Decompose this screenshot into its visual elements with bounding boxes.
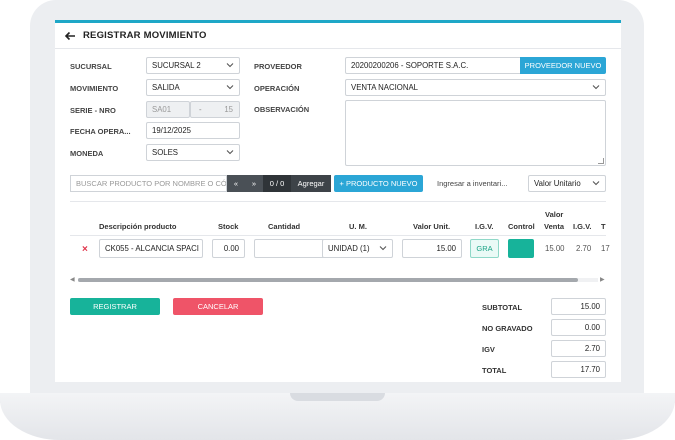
movimiento-label: MOVIMIENTO <box>70 84 119 93</box>
proveedor-nuevo-button[interactable]: PROVEEDOR NUEVO <box>520 57 606 74</box>
subtotal-label: SUBTOTAL <box>482 303 523 312</box>
chevron-down-icon <box>379 244 387 254</box>
row-descripcion-input[interactable]: CK055 - ALCANCIA SPACI <box>99 239 203 258</box>
serie-placeholder: SA01 <box>152 105 172 114</box>
page-header: REGISTRAR MOVIMIENTO <box>55 23 621 49</box>
agregar-button[interactable]: Agregar <box>291 175 331 192</box>
subtotal-field: 15.00 <box>551 298 606 315</box>
product-search-placeholder: BUSCAR PRODUCTO POR NOMBRE O CÓDIGO <box>76 179 227 188</box>
serie-input: SA01 <box>146 101 190 118</box>
chevron-down-icon <box>226 61 234 71</box>
moneda-value: SOLES <box>152 148 179 157</box>
page-title: REGISTRAR MOVIMIENTO <box>83 30 207 41</box>
fecha-input[interactable]: 19/12/2025 <box>146 122 240 139</box>
row-stock-value: 0.00 <box>223 244 239 253</box>
th-valor-venta-line1: Valor <box>545 210 564 219</box>
movimiento-select[interactable]: SALIDA <box>146 79 240 96</box>
chevron-down-icon <box>592 179 600 189</box>
row-igv-tipo-badge[interactable]: GRA <box>470 239 499 258</box>
th-stock: Stock <box>218 222 239 231</box>
nro-placeholder: 15 <box>224 105 233 114</box>
serie-label: SERIE - NRO <box>70 106 116 115</box>
operacion-value: VENTA NACIONAL <box>351 83 419 92</box>
row-control-toggle[interactable] <box>508 239 534 258</box>
row-valor-unit-input[interactable]: 15.00 <box>402 239 462 258</box>
prev-page-button[interactable]: « <box>227 175 245 192</box>
arrow-left-icon[interactable] <box>64 30 76 42</box>
row-valor-unit-value: 15.00 <box>436 244 456 253</box>
row-igv-amount: 2.70 <box>576 244 592 253</box>
serie-separator: - <box>199 105 202 114</box>
chevron-down-icon <box>226 148 234 158</box>
movimiento-value: SALIDA <box>152 83 180 92</box>
operacion-select[interactable]: VENTA NACIONAL <box>345 79 606 96</box>
product-search-input[interactable]: BUSCAR PRODUCTO POR NOMBRE O CÓDIGO <box>70 175 227 192</box>
th-um: U. M. <box>349 222 367 231</box>
th-descripcion: Descripción producto <box>99 222 177 231</box>
app-screen: REGISTRAR MOVIMIENTO SUCURSAL SUCURSAL 2… <box>55 20 621 382</box>
proveedor-label: PROVEEDOR <box>254 62 302 71</box>
row-valor-venta: 15.00 <box>545 244 565 253</box>
row-descripcion-value: CK055 - ALCANCIA SPACI <box>105 244 199 253</box>
cancelar-button[interactable]: CANCELAR <box>173 298 263 315</box>
resize-handle-icon[interactable] <box>598 158 604 164</box>
observacion-label: OBSERVACIÓN <box>254 105 310 114</box>
chevron-down-icon <box>226 83 234 93</box>
th-igv-amount: I.G.V. <box>573 222 592 231</box>
nro-input: - 15 <box>190 101 240 118</box>
scroll-right-arrow-icon[interactable]: ▶ <box>600 276 605 283</box>
igv-total-field: 2.70 <box>551 340 606 357</box>
sucursal-label: SUCURSAL <box>70 62 112 71</box>
no-gravado-value: 0.00 <box>584 323 600 332</box>
operacion-label: OPERACIÓN <box>254 84 300 93</box>
moneda-label: MONEDA <box>70 149 104 158</box>
row-um-value: UNIDAD (1) <box>328 244 370 253</box>
next-page-button[interactable]: » <box>245 175 263 192</box>
close-icon[interactable]: × <box>82 244 88 255</box>
fecha-label: FECHA OPERA... <box>70 127 131 136</box>
chevron-down-icon <box>592 83 600 93</box>
producto-nuevo-button[interactable]: + PRODUCTO NUEVO <box>334 175 423 192</box>
no-gravado-label: NO GRAVADO <box>482 324 533 333</box>
th-igv: I.G.V. <box>475 222 494 231</box>
moneda-select[interactable]: SOLES <box>146 144 240 161</box>
th-cantidad: Cantidad <box>268 222 301 231</box>
th-control: Control <box>508 222 535 231</box>
total-label: TOTAL <box>482 366 507 375</box>
valor-unitario-value: Valor Unitario <box>534 179 581 188</box>
sucursal-value: SUCURSAL 2 <box>152 61 201 70</box>
th-valor-venta-line2: Venta <box>544 222 565 231</box>
row-um-select[interactable]: UNIDAD (1) <box>322 239 393 258</box>
row-total: 17 <box>601 244 610 253</box>
ingresar-inventario-label: Ingresar a inventari... <box>437 179 508 188</box>
scroll-left-arrow-icon[interactable]: ◀ <box>70 276 75 283</box>
th-valor-unit: Valor Unit. <box>413 222 451 231</box>
table-horizontal-scrollbar[interactable]: ◀ ▶ <box>70 276 606 284</box>
scroll-thumb[interactable] <box>78 278 578 282</box>
total-field: 17.70 <box>551 361 606 378</box>
sucursal-select[interactable]: SUCURSAL 2 <box>146 57 240 74</box>
laptop-mockup: REGISTRAR MOVIMIENTO SUCURSAL SUCURSAL 2… <box>0 0 675 440</box>
no-gravado-field: 0.00 <box>551 319 606 336</box>
proveedor-value: 20200200206 - SOPORTE S.A.C. <box>351 61 469 70</box>
th-total: T <box>601 222 606 231</box>
igv-total-label: IGV <box>482 345 495 354</box>
row-stock-input[interactable]: 0.00 <box>212 239 245 258</box>
valor-unitario-select[interactable]: Valor Unitario <box>528 175 606 192</box>
table-header-divider <box>70 235 606 236</box>
observacion-textarea[interactable] <box>345 100 606 166</box>
total-value: 17.70 <box>580 365 600 374</box>
registrar-button[interactable]: REGISTRAR <box>70 298 160 315</box>
proveedor-input[interactable]: 20200200206 - SOPORTE S.A.C. <box>345 57 521 74</box>
subtotal-value: 15.00 <box>580 302 600 311</box>
laptop-base-notch <box>290 393 385 401</box>
igv-total-value: 2.70 <box>584 344 600 353</box>
products-table: Descripción producto Stock Cantidad U. M… <box>70 201 610 287</box>
result-counter: 0 / 0 <box>263 175 291 192</box>
fecha-value: 19/12/2025 <box>152 126 192 135</box>
